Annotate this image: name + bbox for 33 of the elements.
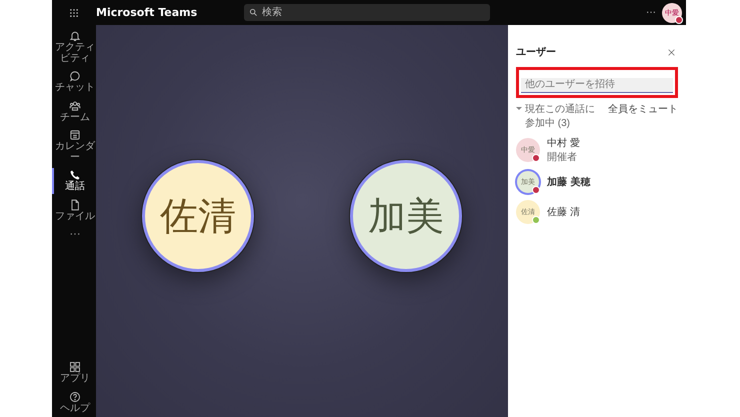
user-role: 開催者 [547, 150, 578, 164]
invite-field[interactable]: 他のユーザーを招待 [521, 78, 673, 92]
mute-all-link[interactable]: 全員をミュート [608, 102, 678, 116]
participant-avatar: 佐清 [142, 160, 254, 272]
user-name: 佐藤 清 [547, 206, 580, 218]
search-icon [249, 8, 258, 17]
rail-item[interactable]: アプリ [52, 360, 96, 386]
participant-avatar: 加美 [350, 160, 462, 272]
rail-item[interactable]: ··· [52, 227, 96, 241]
more-options-button[interactable]: ··· [640, 7, 662, 18]
rail-item[interactable]: チャット [52, 69, 96, 94]
caret-icon [516, 106, 522, 110]
rail-item[interactable]: アクティビティ [52, 29, 96, 65]
people-icon [69, 100, 81, 112]
bell-icon [69, 30, 81, 42]
calendar-icon [69, 129, 81, 141]
help-icon [69, 390, 81, 402]
user-name: 中村 愛 [547, 136, 580, 150]
phone-icon [69, 169, 81, 181]
search-field[interactable]: 検索 [244, 4, 490, 21]
close-icon [667, 48, 676, 56]
rail-item[interactable]: チーム [52, 98, 96, 124]
file-icon [69, 198, 81, 210]
app-title: Microsoft Teams [96, 6, 198, 19]
rail-item[interactable]: ファイル [52, 198, 96, 223]
apps-grid-icon [69, 361, 81, 373]
chat-bubble-icon [69, 70, 81, 82]
user-name: 加藤 美穂 [547, 175, 590, 188]
section-toggle[interactable]: 現在この通話に参加中 (3) [516, 102, 604, 130]
rail-item[interactable]: ヘルプ [52, 390, 96, 415]
app-launcher-icon [69, 8, 79, 18]
rail-item[interactable]: カレンダー [52, 128, 96, 164]
panel-title: ユーザー [516, 46, 556, 59]
